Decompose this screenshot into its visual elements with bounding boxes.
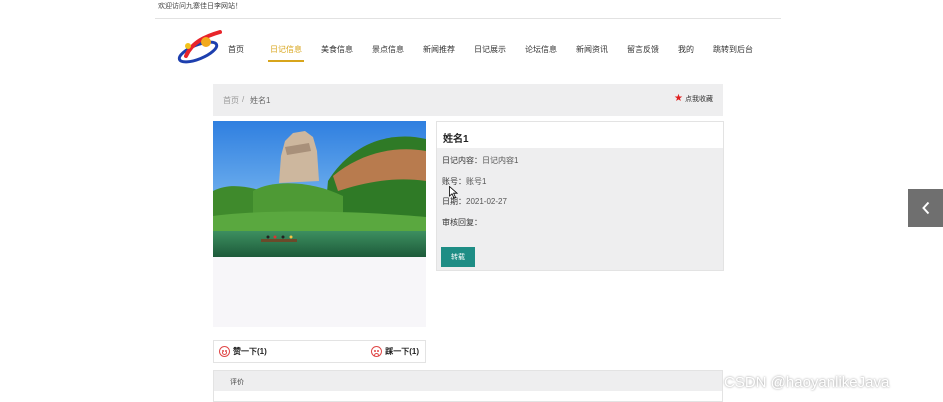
- nav-news-recommend[interactable]: 新闻推荐: [423, 40, 455, 62]
- content-label: 日记内容：: [442, 156, 482, 165]
- nav-mine[interactable]: 我的: [678, 40, 694, 62]
- account-label: 账号：: [442, 177, 466, 186]
- review-header: 评价: [214, 371, 722, 391]
- detail-title: 姓名1: [437, 122, 723, 148]
- account-value: 账号1: [466, 177, 487, 186]
- like-button[interactable]: 赞一下(1): [219, 346, 267, 357]
- review-panel: 评价: [213, 370, 723, 402]
- content-value: 日记内容1: [482, 156, 519, 165]
- watermark-text: CSDN @haoyanlikeJava: [724, 374, 890, 391]
- nav-home[interactable]: 首页: [228, 40, 244, 62]
- frown-icon: [371, 346, 383, 357]
- dislike-button[interactable]: 踩一下(1): [371, 346, 419, 357]
- mouse-cursor-icon: [449, 186, 458, 199]
- photo-panel: [213, 121, 426, 327]
- welcome-text: 欢迎访问九寨佳日李网站！: [158, 3, 242, 10]
- nav-diary-info[interactable]: 日记信息: [268, 40, 304, 62]
- chevron-left-icon: [921, 201, 929, 215]
- nav-feedback[interactable]: 留言反馈: [627, 40, 659, 62]
- vote-bar: 赞一下(1) 踩一下(1): [213, 340, 426, 363]
- breadcrumb: 首页 / 姓名1 ★ 点我收藏: [213, 84, 723, 116]
- like-label: 赞一下(1): [233, 347, 267, 356]
- breadcrumb-separator: /: [242, 95, 245, 104]
- reply-row: 审核回复：: [442, 217, 482, 228]
- nav-diary-showcase[interactable]: 日记展示: [474, 40, 506, 62]
- star-icon: ★: [674, 93, 683, 104]
- nav-scenic-info[interactable]: 景点信息: [372, 40, 404, 62]
- nav-food-info[interactable]: 美食信息: [321, 40, 353, 62]
- repost-button[interactable]: 转载: [441, 247, 475, 267]
- site-logo[interactable]: [176, 28, 224, 64]
- main-nav: 首页 日记信息 美食信息 景点信息 新闻推荐 日记展示 论坛信息 新闻资讯 留言…: [228, 40, 753, 62]
- smile-icon: [219, 346, 230, 357]
- top-bar: 欢迎访问九寨佳日李网站！: [155, 0, 781, 19]
- favorite-button[interactable]: ★ 点我收藏: [674, 94, 713, 104]
- diary-detail-panel: 姓名1 日记内容：日记内容1 账号：账号1 日期：2021-02-27 审核回复…: [436, 121, 724, 271]
- nav-news[interactable]: 新闻资讯: [576, 40, 608, 62]
- reply-label: 审核回复：: [442, 218, 482, 227]
- content-row: 日记内容：日记内容1: [442, 155, 518, 166]
- breadcrumb-current: 姓名1: [250, 96, 271, 105]
- dislike-label: 踩一下(1): [385, 347, 419, 356]
- diary-photo[interactable]: [213, 121, 426, 257]
- side-collapse-button[interactable]: [908, 189, 943, 227]
- breadcrumb-home[interactable]: 首页: [223, 95, 239, 106]
- nav-admin[interactable]: 跳转到后台: [713, 40, 753, 62]
- date-value: 2021-02-27: [466, 197, 507, 206]
- favorite-label: 点我收藏: [685, 96, 713, 103]
- nav-forum-info[interactable]: 论坛信息: [525, 40, 557, 62]
